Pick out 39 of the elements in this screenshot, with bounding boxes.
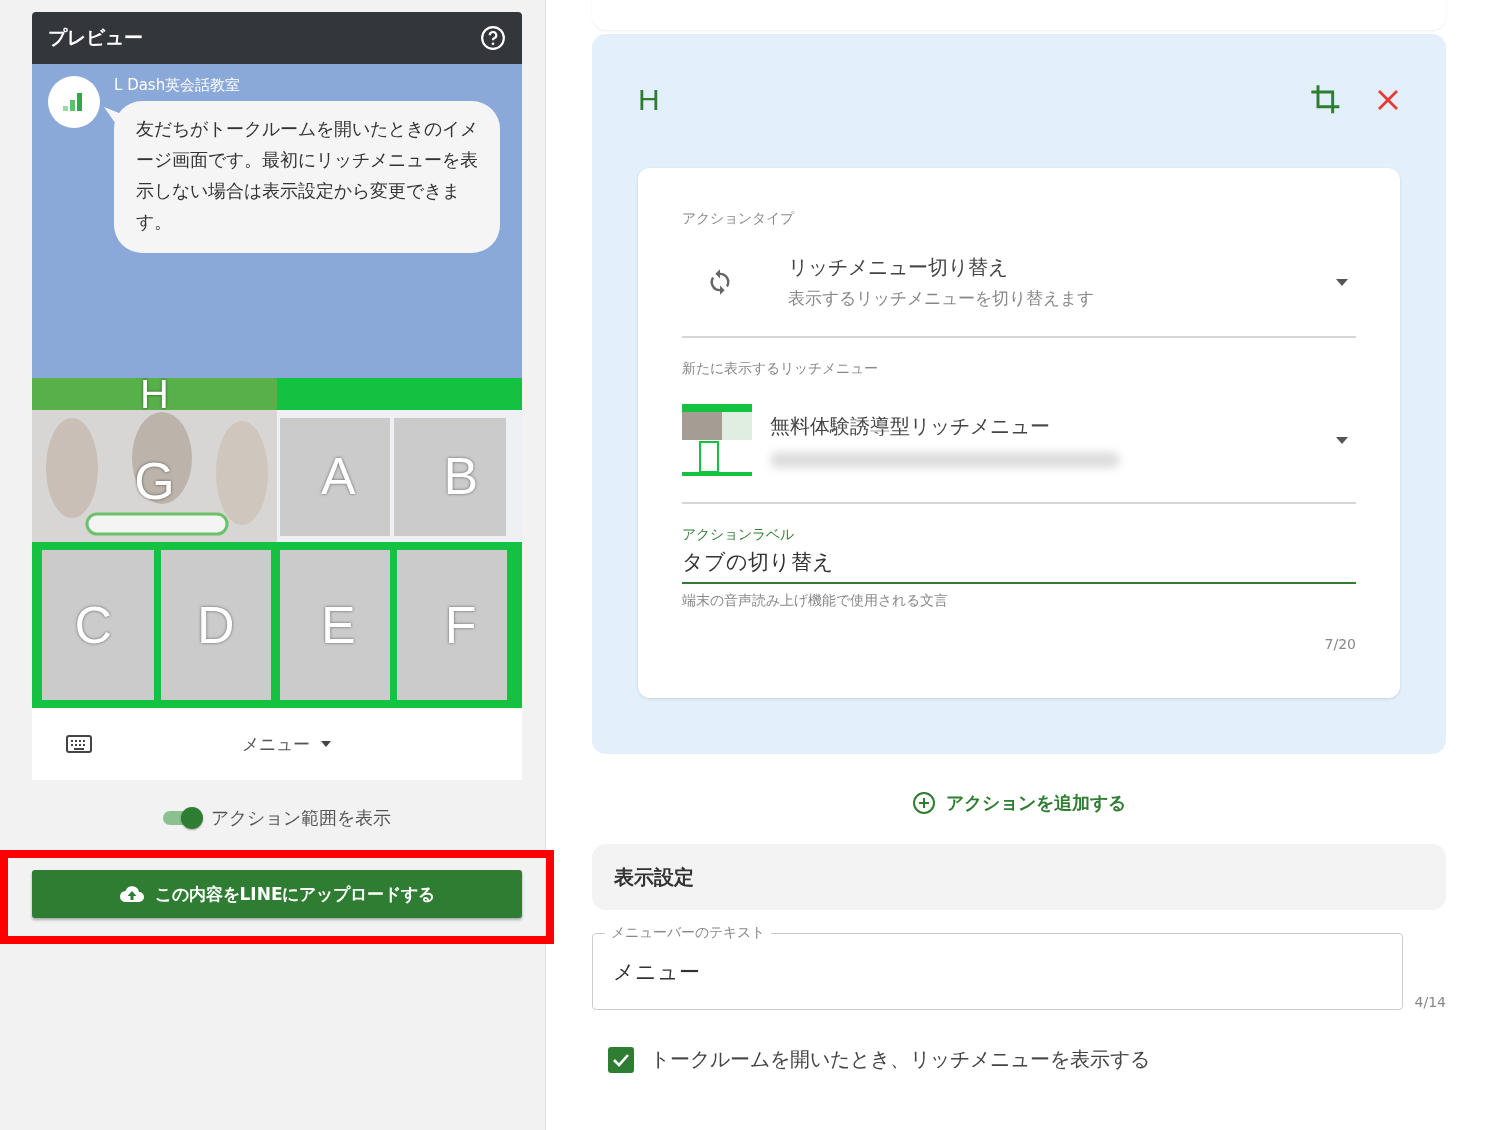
select-value: リッチメニュー切り替え xyxy=(788,254,1009,281)
menu-bar-text-field[interactable]: メニューバーのテキスト メニュー xyxy=(592,924,1403,1010)
bars-icon xyxy=(63,91,85,113)
character-counter: 7/20 xyxy=(1324,636,1356,652)
field-label: 新たに表示するリッチメニュー xyxy=(682,360,879,378)
menu-bar-text-input[interactable]: メニュー xyxy=(613,956,1323,988)
field-label: アクションラベル xyxy=(682,526,795,544)
checkbox-label: トークルームを開いたとき、リッチメニューを表示する xyxy=(650,1046,1150,1073)
action-type-select[interactable]: リッチメニュー切り替え 表示するリッチメニューを切り替えます xyxy=(682,228,1356,338)
dropdown-icon xyxy=(1336,278,1348,286)
checkbox[interactable] xyxy=(608,1046,634,1073)
field-label: メニューバーのテキスト xyxy=(610,924,766,942)
action-title: H xyxy=(638,83,661,117)
character-counter: 4/14 xyxy=(1414,994,1446,1010)
preview-title: プレビュー xyxy=(48,25,143,50)
account-name: L Dash英会話教室 xyxy=(114,76,242,95)
action-label-input[interactable]: タブの切り替え xyxy=(682,544,1356,584)
close-icon[interactable] xyxy=(1376,88,1400,112)
menu-bar-toggle[interactable]: メニュー xyxy=(242,732,332,756)
select-value: 無料体験誘導型リッチメニュー xyxy=(770,412,1051,440)
plus-circle-icon xyxy=(912,791,936,815)
helper-text: 端末の音声読み上げ機能で使用される文言 xyxy=(682,592,949,610)
cloud-upload-icon xyxy=(118,884,145,904)
select-description: 表示するリッチメニューを切り替えます xyxy=(788,287,1095,310)
crop-icon[interactable] xyxy=(1310,84,1342,116)
caret-icon xyxy=(320,740,332,748)
add-action-link[interactable]: アクションを追加する xyxy=(906,790,1132,816)
keyboard-icon[interactable] xyxy=(66,735,92,753)
toggle-label: アクション範囲を表示 xyxy=(211,806,391,830)
check-icon xyxy=(612,1052,630,1067)
action-area-label[interactable]: H xyxy=(140,374,169,414)
rich-menu-select[interactable]: 無料体験誘導型リッチメニュー xyxy=(682,378,1356,504)
field-label: アクションタイプ xyxy=(682,210,796,228)
section-title: 表示設定 xyxy=(614,863,694,891)
dropdown-icon xyxy=(1336,436,1348,444)
upload-button[interactable]: この内容をLINEにアップロードする xyxy=(32,870,522,918)
help-icon[interactable] xyxy=(480,25,506,51)
toggle-switch[interactable] xyxy=(163,807,203,829)
message-text: 友だちがトークルームを開いたときのイメージ画面です。最初にリッチメニューを表示しない場合は表示設定から変更できます。 xyxy=(136,118,478,232)
